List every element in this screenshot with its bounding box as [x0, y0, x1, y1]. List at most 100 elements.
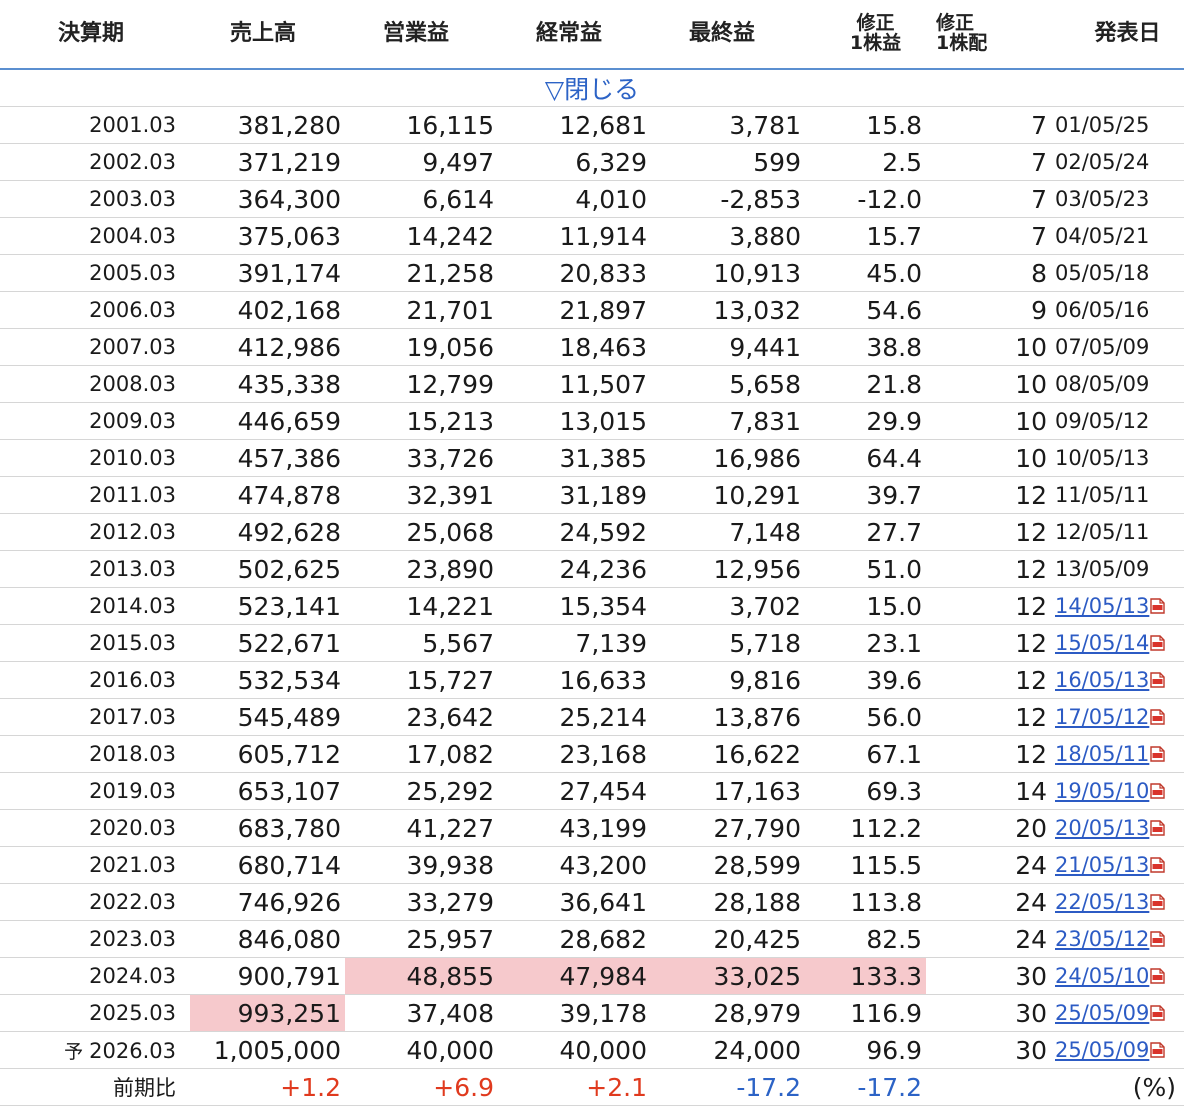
table-row: 2003.03 364,300 6,614 4,010 -2,853 -12.0 7 03/0…: [0, 180, 1184, 218]
table-row: 2008.03 435,338 12,799 11,507 5,658 21.8 10 08/…: [0, 365, 1184, 403]
announce-date-cell[interactable]: 19/05/10: [1051, 772, 1184, 810]
dps-cell: 7: [926, 217, 1051, 255]
announce-date-cell[interactable]: 15/05/14: [1051, 624, 1184, 662]
pdf-file-icon[interactable]: [1150, 635, 1166, 651]
table-row: 2005.03 391,174 21,258 20,833 10,913 45.0 8 05/…: [0, 254, 1184, 292]
announce-date-link[interactable]: 17/05/12: [1055, 705, 1149, 729]
header-eps: 修正 1株益: [805, 0, 926, 70]
announce-date-link[interactable]: 23/05/12: [1055, 927, 1149, 951]
announce-date-cell[interactable]: 25/05/09: [1051, 1031, 1184, 1069]
period-cell: 2006.03: [0, 291, 190, 329]
eps-cell: 133.3: [805, 957, 926, 995]
pdf-file-icon[interactable]: [1150, 968, 1166, 984]
sales-cell: 381,280: [190, 106, 345, 144]
sales-cell: 364,300: [190, 180, 345, 218]
sales-cell: 993,251: [190, 994, 345, 1032]
pdf-file-icon[interactable]: [1150, 783, 1166, 799]
pdf-file-icon[interactable]: [1150, 857, 1166, 873]
pdf-file-icon[interactable]: [1150, 1042, 1166, 1058]
announce-date-cell[interactable]: 22/05/13: [1051, 883, 1184, 921]
period-text: 2015.03: [89, 631, 176, 655]
sales-cell: 371,219: [190, 143, 345, 181]
pdf-file-icon[interactable]: [1150, 894, 1166, 910]
announce-date-link[interactable]: 14/05/13: [1055, 594, 1149, 618]
pdf-file-icon[interactable]: [1150, 746, 1166, 762]
net-profit-cell: 9,816: [651, 661, 805, 699]
net-profit-cell: 16,622: [651, 735, 805, 773]
announce-date-cell[interactable]: 21/05/13: [1051, 846, 1184, 884]
header-eps-top: 修正: [856, 12, 895, 35]
announce-date-link[interactable]: 24/05/10: [1055, 964, 1149, 988]
announce-date-cell[interactable]: 14/05/13: [1051, 587, 1184, 625]
period-cell: 2002.03: [0, 143, 190, 181]
table-row: 2007.03 412,986 19,056 18,463 9,441 38.8 10 07/…: [0, 328, 1184, 366]
period-text: 2020.03: [89, 816, 176, 840]
pdf-file-icon[interactable]: [1150, 672, 1166, 688]
header-net-profit: 最終益: [651, 0, 805, 70]
announce-date-link[interactable]: 15/05/14: [1055, 631, 1149, 655]
eps-cell: 96.9: [805, 1031, 926, 1069]
announce-date-cell[interactable]: 23/05/12: [1051, 920, 1184, 958]
eps-cell: 15.7: [805, 217, 926, 255]
announce-date-link[interactable]: 20/05/13: [1055, 816, 1149, 840]
table-row: 予 2026.03 1,005,000 40,000 40,000 24,000 96.9 3…: [0, 1031, 1184, 1069]
announce-date-link[interactable]: 25/05/09: [1055, 1038, 1149, 1062]
announce-date-cell: 10/05/13: [1051, 439, 1184, 477]
eps-cell: 15.0: [805, 587, 926, 625]
dps-cell: 10: [926, 328, 1051, 366]
table-row: 2001.03 381,280 16,115 12,681 3,781 15.8 7 01/0…: [0, 106, 1184, 144]
period-text: 2014.03: [89, 594, 176, 618]
operating-profit-cell: 25,068: [345, 513, 498, 551]
net-profit-cell: 28,599: [651, 846, 805, 884]
announce-date-link[interactable]: 21/05/13: [1055, 853, 1149, 877]
eps-cell: 67.1: [805, 735, 926, 773]
ordinary-profit-cell: 28,682: [498, 920, 651, 958]
bottom-collapse-peek: ▽閉じる: [0, 1100, 1184, 1110]
eps-cell: 69.3: [805, 772, 926, 810]
sales-cell: 522,671: [190, 624, 345, 662]
ordinary-profit-cell: 43,200: [498, 846, 651, 884]
announce-date-link[interactable]: 18/05/11: [1055, 742, 1149, 766]
announce-date-link[interactable]: 19/05/10: [1055, 779, 1149, 803]
operating-profit-cell: 21,258: [345, 254, 498, 292]
eps-cell: 51.0: [805, 550, 926, 588]
pdf-file-icon[interactable]: [1150, 598, 1166, 614]
announce-date-cell[interactable]: 24/05/10: [1051, 957, 1184, 995]
ordinary-profit-cell: 11,914: [498, 217, 651, 255]
period-cell: 2025.03: [0, 994, 190, 1032]
announce-date-text: 05/05/18: [1055, 261, 1150, 285]
announce-date-cell[interactable]: 16/05/13: [1051, 661, 1184, 699]
period-cell: 2023.03: [0, 920, 190, 958]
net-profit-cell: 33,025: [651, 957, 805, 995]
sales-cell: 375,063: [190, 217, 345, 255]
period-cell: 2015.03: [0, 624, 190, 662]
pdf-file-icon[interactable]: [1150, 709, 1166, 725]
eps-cell: 64.4: [805, 439, 926, 477]
table-row: 2006.03 402,168 21,701 21,897 13,032 54.6 9 06/…: [0, 291, 1184, 329]
announce-date-cell[interactable]: 17/05/12: [1051, 698, 1184, 736]
sales-cell: 502,625: [190, 550, 345, 588]
net-profit-cell: 5,658: [651, 365, 805, 403]
net-profit-cell: 28,979: [651, 994, 805, 1032]
pdf-file-icon[interactable]: [1150, 1005, 1166, 1021]
announce-date-link[interactable]: 16/05/13: [1055, 668, 1149, 692]
eps-cell: 15.8: [805, 106, 926, 144]
period-text: 2012.03: [89, 520, 176, 544]
collapse-toggle-button[interactable]: ▽閉じる: [0, 69, 1184, 107]
announce-date-link[interactable]: 25/05/09: [1055, 1001, 1149, 1025]
bottom-collapse-toggle[interactable]: ▽閉じる: [530, 1102, 624, 1110]
announce-date-cell[interactable]: 25/05/09: [1051, 994, 1184, 1032]
eps-cell: 113.8: [805, 883, 926, 921]
pdf-file-icon[interactable]: [1150, 820, 1166, 836]
net-profit-cell: 3,781: [651, 106, 805, 144]
header-sales: 売上高: [190, 0, 345, 70]
ordinary-profit-cell: 27,454: [498, 772, 651, 810]
sales-cell: 532,534: [190, 661, 345, 699]
pdf-file-icon[interactable]: [1150, 931, 1166, 947]
dps-cell: 9: [926, 291, 1051, 329]
announce-date-link[interactable]: 22/05/13: [1055, 890, 1149, 914]
table-row: 2012.03 492,628 25,068 24,592 7,148 27.7 12 12/…: [0, 513, 1184, 551]
announce-date-cell[interactable]: 20/05/13: [1051, 809, 1184, 847]
announce-date-cell[interactable]: 18/05/11: [1051, 735, 1184, 773]
period-cell: 2020.03: [0, 809, 190, 847]
